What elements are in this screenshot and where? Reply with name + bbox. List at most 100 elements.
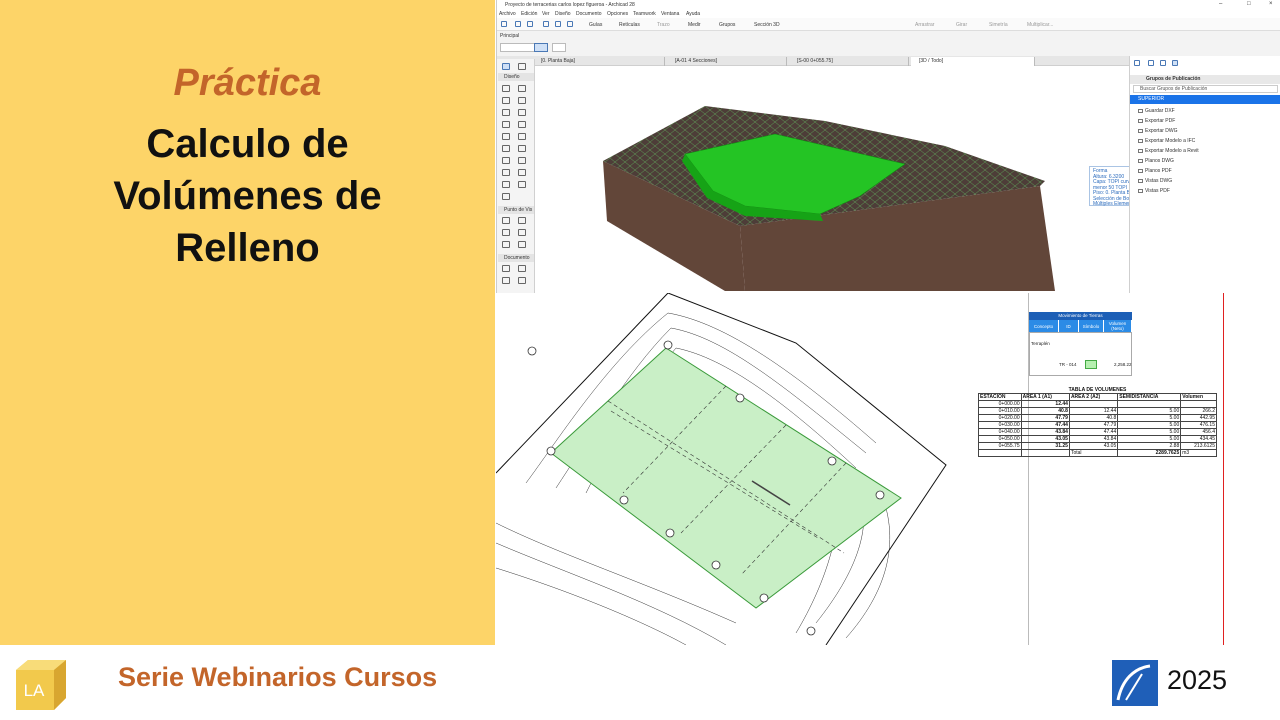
menu-opciones[interactable]: Opciones (607, 11, 628, 17)
interior-elev-icon[interactable] (518, 241, 526, 248)
tab-3d[interactable]: [3D / Todo] (911, 57, 1035, 66)
toolbar-multiplicar[interactable]: Multiplicar... (1027, 22, 1053, 28)
folder-icon (1138, 138, 1143, 143)
pencil-icon[interactable] (555, 21, 561, 27)
change-tool-icon[interactable] (502, 241, 510, 248)
menu-ayuda[interactable]: Ayuda (686, 11, 700, 17)
toolbox-viewpoint-header[interactable]: Punto de Vis (498, 206, 534, 214)
camera-tool-icon[interactable] (502, 193, 510, 200)
menu-teamwork[interactable]: Teamwork (633, 11, 656, 17)
toolbar-seccion-3d[interactable]: Sección 3D (754, 22, 780, 28)
window-tool-icon[interactable] (518, 109, 526, 116)
toolbar-trazo[interactable]: Trazo (657, 22, 670, 28)
marquee-icon[interactable] (552, 43, 566, 52)
fill-swatch (1085, 360, 1097, 369)
toolbar-grupos[interactable]: Grupos (719, 22, 735, 28)
toolbar-guias[interactable]: Guías (589, 22, 602, 28)
navigator-header: Grupos de Publicación (1130, 75, 1280, 84)
arrow-tool-icon[interactable] (534, 43, 548, 52)
navigator-panel: Grupos de Publicación Buscar Grupos de P… (1129, 56, 1280, 295)
lamp-tool-icon[interactable] (502, 181, 510, 188)
toolbar-medir[interactable]: Medir (688, 22, 701, 28)
menu-diseno[interactable]: Diseño (555, 11, 571, 17)
dimension-tool-icon[interactable] (502, 265, 510, 272)
opening-tool-icon[interactable] (518, 181, 526, 188)
tab-seccion-estacion[interactable]: [S-00 0+055.75] (789, 57, 909, 66)
roof-tool-icon[interactable] (502, 133, 510, 140)
project-map-icon[interactable] (1134, 60, 1140, 66)
earthwork-group: Terraplén (1031, 341, 1050, 346)
navigator-search-input[interactable]: Buscar Grupos de Publicación (1133, 85, 1278, 93)
tab-planta-baja[interactable]: [0. Planta Baja] (533, 57, 665, 66)
morph-tool-icon[interactable] (518, 145, 526, 152)
text-tool-icon[interactable] (502, 277, 510, 284)
label-tool-icon[interactable] (518, 277, 526, 284)
mesh-tool-icon[interactable] (502, 145, 510, 152)
menu-ver[interactable]: Ver (542, 11, 550, 17)
col-simbolo: Símbolo (1079, 320, 1104, 332)
nav-item-planos-dwg[interactable]: Planos DWG (1130, 157, 1280, 166)
layout-book-icon[interactable] (1160, 60, 1166, 66)
menu-archivo[interactable]: Archivo (499, 11, 516, 17)
door-tool-icon[interactable] (502, 109, 510, 116)
worksheet-tool-icon[interactable] (518, 229, 526, 236)
railing-tool-icon[interactable] (518, 121, 526, 128)
shell-tool-icon[interactable] (518, 133, 526, 140)
view-map-icon[interactable] (1148, 60, 1154, 66)
column-tool-icon[interactable] (502, 97, 510, 104)
folder-icon (1138, 148, 1143, 153)
section-tool-icon[interactable] (502, 217, 510, 224)
slab-tool-icon[interactable] (518, 85, 526, 92)
site-plan (495, 292, 1280, 646)
menu-edicion[interactable]: Edición (521, 11, 537, 17)
toolbar-simetria[interactable]: Simetría (989, 22, 1008, 28)
zone-tool-icon[interactable] (502, 157, 510, 164)
undo-icon[interactable] (515, 21, 521, 27)
level-dim-icon[interactable] (518, 265, 526, 272)
menu-documento[interactable]: Documento (576, 11, 602, 17)
3d-viewport[interactable]: Forma Altura: 6.3200 Capa: TOPI curvas d… (535, 66, 1189, 295)
volume-grid: ESTACION AREA 1 (A1) AREA 2 (A2) SEMIDIS… (978, 393, 1217, 457)
toolbar-girar[interactable]: Girar (956, 22, 967, 28)
beam-tool-icon[interactable] (518, 97, 526, 104)
save-icon[interactable] (501, 21, 507, 27)
info-box: Principal (497, 31, 1280, 56)
nav-item-vistas-dwg[interactable]: Vistas DWG (1130, 177, 1280, 186)
toolbar-reticulas[interactable]: Retículas (619, 22, 640, 28)
object-tool-icon[interactable] (518, 157, 526, 164)
table-row: 0+030.00 47.44 47.79 5.00 476.15 (978, 421, 1217, 429)
eyedropper-icon[interactable] (567, 21, 573, 27)
wall-tool-icon[interactable] (502, 85, 510, 92)
redo-icon[interactable] (527, 21, 533, 27)
skylight-icon[interactable] (518, 169, 526, 176)
curtain-wall-icon[interactable] (502, 169, 510, 176)
nav-item-exportar-dwg[interactable]: Exportar DWG (1130, 127, 1280, 136)
nav-item-planos-pdf[interactable]: Planos PDF (1130, 167, 1280, 176)
publisher-icon[interactable] (1172, 60, 1178, 66)
floor-selector[interactable] (500, 43, 538, 52)
nav-item-exportar-revit[interactable]: Exportar Modelo a Revit (1130, 147, 1280, 156)
close-icon[interactable]: × (1269, 1, 1273, 7)
title-line-2: Volúmenes de (113, 174, 382, 218)
elevation-tool-icon[interactable] (518, 217, 526, 224)
toolbox-document-header[interactable]: Documento (498, 254, 534, 262)
nav-item-guardar-dxf[interactable]: Guardar DXF (1130, 107, 1280, 116)
marquee-icon[interactable] (518, 63, 526, 70)
nav-item-exportar-pdf[interactable]: Exportar PDF (1130, 117, 1280, 126)
detail-tool-icon[interactable] (502, 229, 510, 236)
menu-ventana[interactable]: Ventana (661, 11, 679, 17)
stair-tool-icon[interactable] (502, 121, 510, 128)
toolbar-arrastrar[interactable]: Arrastrar (915, 22, 934, 28)
earthwork-body: Terraplén TR - 014 2,258.22 (1029, 332, 1132, 376)
snap-icon[interactable] (543, 21, 549, 27)
nav-item-vistas-pdf[interactable]: Vistas PDF (1130, 187, 1280, 196)
nav-item-selected[interactable]: SUPERIOR (1130, 95, 1280, 104)
tab-secciones[interactable]: [A-01 4 Secciones] (667, 57, 787, 66)
earthwork-volume: 2,258.22 (1114, 362, 1132, 367)
col-volumen: Volumen (Neto) (1104, 320, 1132, 332)
minimize-icon[interactable]: – (1219, 1, 1222, 7)
toolbox-design-header[interactable]: Diseño (498, 73, 534, 81)
maximize-icon[interactable]: □ (1247, 1, 1251, 7)
arrow-icon[interactable] (502, 63, 510, 70)
nav-item-exportar-ifc[interactable]: Exportar Modelo a IFC (1130, 137, 1280, 146)
